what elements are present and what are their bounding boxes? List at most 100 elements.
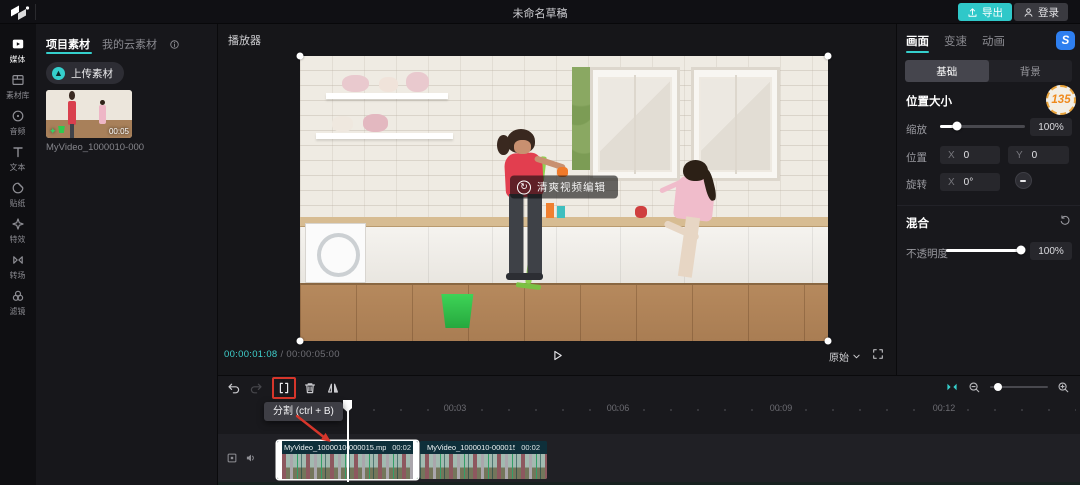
sidebar-item-transition[interactable]: 转场: [0, 253, 36, 281]
clip-header: MyVideo_1000010-000015.mp4 00:02: [420, 441, 547, 454]
scale-label: 缩放: [906, 122, 927, 137]
video-preview[interactable]: ↻ 清爽视频编辑: [300, 56, 828, 341]
media-icon: [11, 37, 25, 51]
sidebar-item-label: 贴纸: [10, 197, 26, 208]
shelf-item: [406, 72, 429, 92]
upload-icon: [967, 7, 978, 18]
undo-button[interactable]: [226, 380, 242, 396]
badge-135-watermark: 135: [1046, 85, 1076, 115]
inspector-panel: 画面 变速 动画 S 基础 背景 位置大小 135 缩放 100% 位置 X 0…: [897, 24, 1080, 375]
user-icon: [1023, 7, 1034, 18]
shelf-item: [342, 75, 368, 92]
sidebar-item-effects[interactable]: 特效: [0, 217, 36, 245]
wood-floor: [300, 283, 828, 341]
export-button[interactable]: 导出: [958, 3, 1012, 21]
upload-material-button[interactable]: ▲ 上传素材: [46, 62, 124, 84]
sidebar-item-label: 音频: [10, 125, 26, 136]
selection-handle-top-left[interactable]: [297, 53, 304, 60]
opacity-slider[interactable]: [946, 246, 1021, 255]
counter-bottle: [557, 206, 565, 219]
tab-speed[interactable]: 变速: [944, 33, 967, 49]
fit-timeline-icon[interactable]: [945, 380, 959, 394]
rotate-field[interactable]: X 0°: [940, 173, 1000, 191]
shelf-item: [363, 114, 387, 131]
selection-handle-bottom-left[interactable]: [297, 338, 304, 345]
kitchen-counter: [300, 217, 828, 227]
x-prefix: X: [948, 150, 955, 161]
effects-icon: [11, 217, 25, 231]
scale-slider[interactable]: [940, 122, 1025, 131]
track-toggle-icon[interactable]: [226, 452, 238, 464]
position-y-field[interactable]: Y 0: [1008, 146, 1069, 164]
sidebar-item-audio[interactable]: 音频: [0, 109, 36, 137]
sidebar-item-library[interactable]: 素材库: [0, 73, 36, 101]
sidebar-item-label: 媒体: [10, 53, 26, 64]
floating-share-logo[interactable]: S: [1056, 31, 1075, 50]
upload-circle-icon: ▲: [52, 67, 65, 80]
sidebar-item-sticker[interactable]: 贴纸: [0, 181, 36, 209]
selection-handle-top-right[interactable]: [825, 53, 832, 60]
zoom-in-icon[interactable]: [1057, 381, 1070, 394]
clip-duration: 00:02: [521, 443, 540, 452]
login-button[interactable]: 登录: [1014, 3, 1068, 21]
sidebar-item-filter[interactable]: 滤镜: [0, 289, 36, 317]
document-title: 未命名草稿: [0, 5, 1080, 21]
active-tab-underline: [46, 52, 92, 54]
reset-icon[interactable]: [1059, 214, 1071, 226]
active-tab-underline: [906, 51, 929, 53]
sidebar-item-media[interactable]: 媒体: [0, 37, 36, 65]
tab-picture[interactable]: 画面: [906, 33, 929, 49]
counter-bowl: [635, 206, 647, 217]
delete-button[interactable]: [302, 380, 318, 396]
annotation-highlight-box: [272, 377, 296, 399]
rotate-prefix: X: [948, 177, 955, 188]
ruler-label: 00:03: [444, 403, 467, 413]
zoom-out-icon[interactable]: [968, 381, 981, 394]
tab-animation[interactable]: 动画: [982, 33, 1005, 49]
play-button[interactable]: [548, 346, 566, 364]
sidebar-item-label: 转场: [10, 269, 26, 280]
counter-bottle: [546, 203, 554, 218]
sticker-icon: [11, 181, 25, 195]
fullscreen-icon: [872, 348, 884, 360]
top-bar: 未命名草稿 导出 登录: [0, 0, 1080, 24]
shelf-item: [332, 116, 353, 132]
track-mute-icon[interactable]: [245, 452, 257, 464]
watermark-badge: ↻ 清爽视频编辑: [510, 176, 618, 199]
timeline-zoom-slider[interactable]: [990, 383, 1048, 392]
media-thumbnail[interactable]: ✦ 00:05: [46, 90, 132, 138]
selection-handle-bottom-right[interactable]: [825, 338, 832, 345]
ruler-label: 00:06: [607, 403, 630, 413]
x-value: 0: [964, 150, 970, 161]
playhead-line[interactable]: [347, 400, 349, 482]
export-label: 导出: [982, 5, 1003, 20]
subtab-basic[interactable]: 基础: [905, 60, 989, 82]
opacity-value[interactable]: 100%: [1030, 242, 1072, 260]
shelf-item: [379, 77, 398, 91]
transition-icon: [11, 253, 25, 267]
y-prefix: Y: [1016, 150, 1023, 161]
rotation-dial[interactable]: [1015, 172, 1032, 189]
filter-icon: [11, 289, 25, 303]
info-icon[interactable]: [169, 39, 180, 50]
position-x-field[interactable]: X 0: [940, 146, 1000, 164]
section-transform-title: 位置大小: [906, 93, 952, 109]
tab-project-assets[interactable]: 项目素材: [46, 36, 90, 52]
timeline-zoom-controls: [945, 380, 1070, 394]
scale-mode-label: 原始: [829, 349, 849, 364]
subtab-background[interactable]: 背景: [989, 60, 1073, 82]
tab-cloud-assets[interactable]: 我的云素材: [102, 36, 157, 52]
position-label: 位置: [906, 150, 927, 165]
opacity-label: 不透明度: [906, 246, 948, 261]
audio-icon: [11, 109, 25, 123]
scale-mode-dropdown[interactable]: 原始: [829, 349, 860, 364]
fullscreen-button[interactable]: [872, 348, 884, 360]
sidebar-item-label: 特效: [10, 233, 26, 244]
redo-button[interactable]: [248, 380, 264, 396]
timeline-panel: 00:03 00:06 00:09 00:12 MyVideo_1000010-…: [218, 375, 1080, 485]
lower-cabinets: [300, 227, 828, 283]
timeline-clip-2[interactable]: MyVideo_1000010-000015.mp4 00:02: [420, 441, 547, 479]
sidebar-item-text[interactable]: 文本: [0, 145, 36, 173]
mirror-button[interactable]: [325, 380, 341, 396]
scale-value[interactable]: 100%: [1030, 118, 1072, 136]
